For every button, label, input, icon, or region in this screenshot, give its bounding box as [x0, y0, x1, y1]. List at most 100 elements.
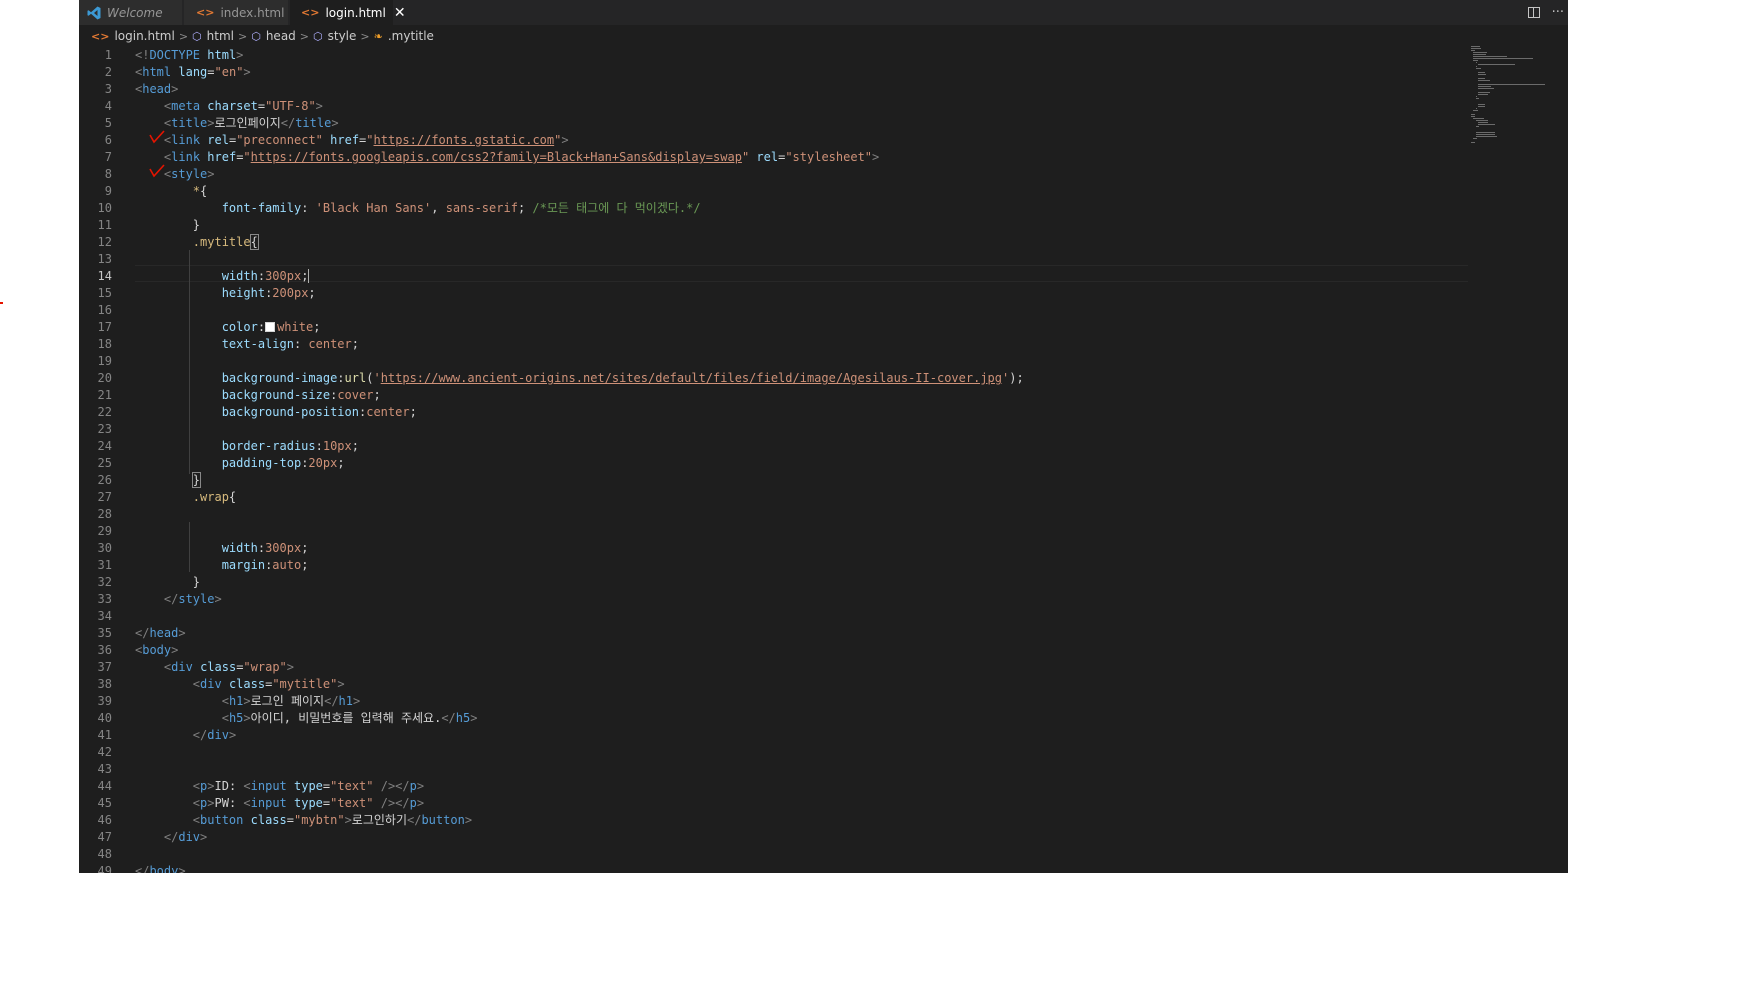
code-line[interactable]: 35 </head> — [79, 625, 1469, 642]
code-line[interactable]: 16 — [79, 302, 1469, 319]
code-line[interactable]: 19 — [79, 353, 1469, 370]
code-line[interactable]: 23 — [79, 421, 1469, 438]
blank-area — [1568, 0, 1763, 982]
tab-label: Welcome — [107, 5, 163, 20]
breadcrumb-item-head[interactable]: ⬡ head — [251, 29, 296, 43]
code-text: background-image:url('https://www.ancien… — [221, 371, 1024, 385]
breadcrumb-label: html — [206, 29, 234, 43]
minimap-line — [1473, 138, 1477, 139]
code-line[interactable]: 10 font-family: 'Black Han Sans', sans-s… — [79, 200, 1469, 217]
code-editor[interactable]: 1 <!DOCTYPE html> 2 <html lang="en"> 3 <head>… — [79, 46, 1568, 873]
line-number: 14 — [97, 269, 112, 283]
code-line[interactable]: 39 <h1>로그인 페이지</h1> — [79, 693, 1469, 710]
code-line[interactable]: 3 <head> — [79, 81, 1469, 98]
code-line[interactable]: 26 } — [79, 472, 1469, 489]
color-swatch[interactable] — [265, 322, 276, 332]
code-line[interactable]: 28 — [79, 506, 1469, 523]
tab-index-html[interactable]: <> index.html — [184, 0, 289, 25]
code-line[interactable]: 20 background-image:url('https://www.anc… — [79, 370, 1469, 387]
tab-login-html[interactable]: <> login.html ✕ — [290, 0, 406, 25]
breadcrumb-item-file[interactable]: <> login.html — [91, 29, 175, 43]
code-line[interactable]: 45 <p>PW: <input type="text" /></p> — [79, 795, 1469, 812]
line-number: 5 — [104, 116, 112, 130]
breadcrumb-item-style[interactable]: ⬡ style — [313, 29, 356, 43]
code-line[interactable]: 13 — [79, 251, 1469, 268]
code-line[interactable]: 24 border-radius:10px; — [79, 438, 1469, 455]
code-line[interactable]: 14 width:300px; — [79, 268, 1469, 285]
code-line[interactable]: 43 — [79, 761, 1469, 778]
code-text: } — [191, 472, 202, 488]
minimap-line — [1478, 72, 1486, 73]
code-text: border-radius:10px; — [221, 439, 359, 453]
line-number: 47 — [97, 830, 112, 844]
code-line[interactable]: 29 — [79, 523, 1469, 540]
breadcrumb-item-mytitle[interactable]: ❧ .mytitle — [374, 29, 434, 43]
code-line[interactable]: 48 — [79, 846, 1469, 863]
code-line[interactable]: 9 *{ — [79, 183, 1469, 200]
line-number: 37 — [97, 660, 112, 674]
line-number: 41 — [97, 728, 112, 742]
code-line[interactable]: 36 <body> — [79, 642, 1469, 659]
chevron-right-icon: > — [238, 29, 248, 43]
code-line[interactable]: 5 <title>로그인페이지</title> — [79, 115, 1469, 132]
code-line[interactable]: 11 } — [79, 217, 1469, 234]
code-line[interactable]: 33 </style> — [79, 591, 1469, 608]
minimap-line — [1475, 66, 1477, 67]
minimap-line — [1475, 62, 1477, 63]
split-editor-icon[interactable] — [1527, 7, 1540, 18]
minimap-line — [1478, 78, 1486, 79]
more-actions-icon[interactable]: ··· — [1552, 5, 1564, 20]
code-line[interactable]: 1 <!DOCTYPE html> — [79, 47, 1469, 64]
minimap-line — [1473, 60, 1478, 61]
code-line[interactable]: 25 padding-top:20px; — [79, 455, 1469, 472]
code-line[interactable]: 31 margin:auto; — [79, 557, 1469, 574]
line-number: 26 — [97, 473, 112, 487]
tab-welcome[interactable]: Welcome — [79, 0, 183, 25]
code-line[interactable]: 44 <p>ID: <input type="text" /></p> — [79, 778, 1469, 795]
code-text: <div class="wrap"> — [163, 660, 295, 674]
code-line[interactable]: 12 .mytitle{ — [79, 234, 1469, 251]
chevron-right-icon: > — [178, 29, 189, 43]
stray-red-mark — [0, 302, 3, 304]
code-line[interactable]: 8 <style> — [79, 166, 1469, 183]
close-tab-icon[interactable]: ✕ — [394, 5, 406, 21]
code-line[interactable]: 17 color: white; — [79, 319, 1469, 336]
minimap-line — [1478, 74, 1486, 75]
code-line[interactable]: 38 <div class="mytitle"> — [79, 676, 1469, 693]
code-line[interactable]: 22 background-position:center; — [79, 404, 1469, 421]
minimap[interactable] — [1471, 46, 1568, 166]
minimap-line — [1473, 118, 1485, 119]
code-line[interactable]: 47 </div> — [79, 829, 1469, 846]
line-number: 15 — [97, 286, 112, 300]
code-line[interactable]: 15 height:200px; — [79, 285, 1469, 302]
minimap-line — [1471, 114, 1476, 115]
code-text: <button class="mybtn">로그인하기</button> — [192, 813, 473, 827]
code-line[interactable]: 42 — [79, 744, 1469, 761]
code-line[interactable]: 4 <meta charset="UTF-8"> — [79, 98, 1469, 115]
code-line[interactable]: 27 .wrap{ — [79, 489, 1469, 506]
minimap-line — [1478, 84, 1545, 85]
code-line[interactable]: 32 } — [79, 574, 1469, 591]
code-line[interactable]: 30 width:300px; — [79, 540, 1469, 557]
breadcrumb-item-html[interactable]: ⬡ html — [192, 29, 234, 43]
code-line[interactable]: 7 <link href="https://fonts.googleapis.c… — [79, 149, 1469, 166]
code-text: <title>로그인페이지</title> — [163, 116, 339, 130]
code-line[interactable]: 18 text-align: center; — [79, 336, 1469, 353]
code-line[interactable]: 37 <div class="wrap"> — [79, 659, 1469, 676]
code-line[interactable]: 6 <link rel="preconnect" href="https://f… — [79, 132, 1469, 149]
line-number: 29 — [97, 524, 112, 538]
html-file-icon: <> — [301, 6, 320, 19]
code-line[interactable]: 49 </body> — [79, 863, 1469, 873]
code-line[interactable]: 34 — [79, 608, 1469, 625]
code-line[interactable]: 46 <button class="mybtn">로그인하기</button> — [79, 812, 1469, 829]
minimap-line — [1471, 142, 1476, 143]
line-number: 8 — [104, 167, 112, 181]
line-number: 22 — [97, 405, 112, 419]
code-line[interactable]: 2 <html lang="en"> — [79, 64, 1469, 81]
tab-label: login.html — [325, 5, 386, 20]
code-line[interactable]: 21 background-size:cover; — [79, 387, 1469, 404]
line-number: 23 — [97, 422, 112, 436]
line-number: 17 — [97, 320, 112, 334]
code-line[interactable]: 40 <h5>아이디, 비밀번호를 입력해 주세요.</h5> — [79, 710, 1469, 727]
code-line[interactable]: 41 </div> — [79, 727, 1469, 744]
